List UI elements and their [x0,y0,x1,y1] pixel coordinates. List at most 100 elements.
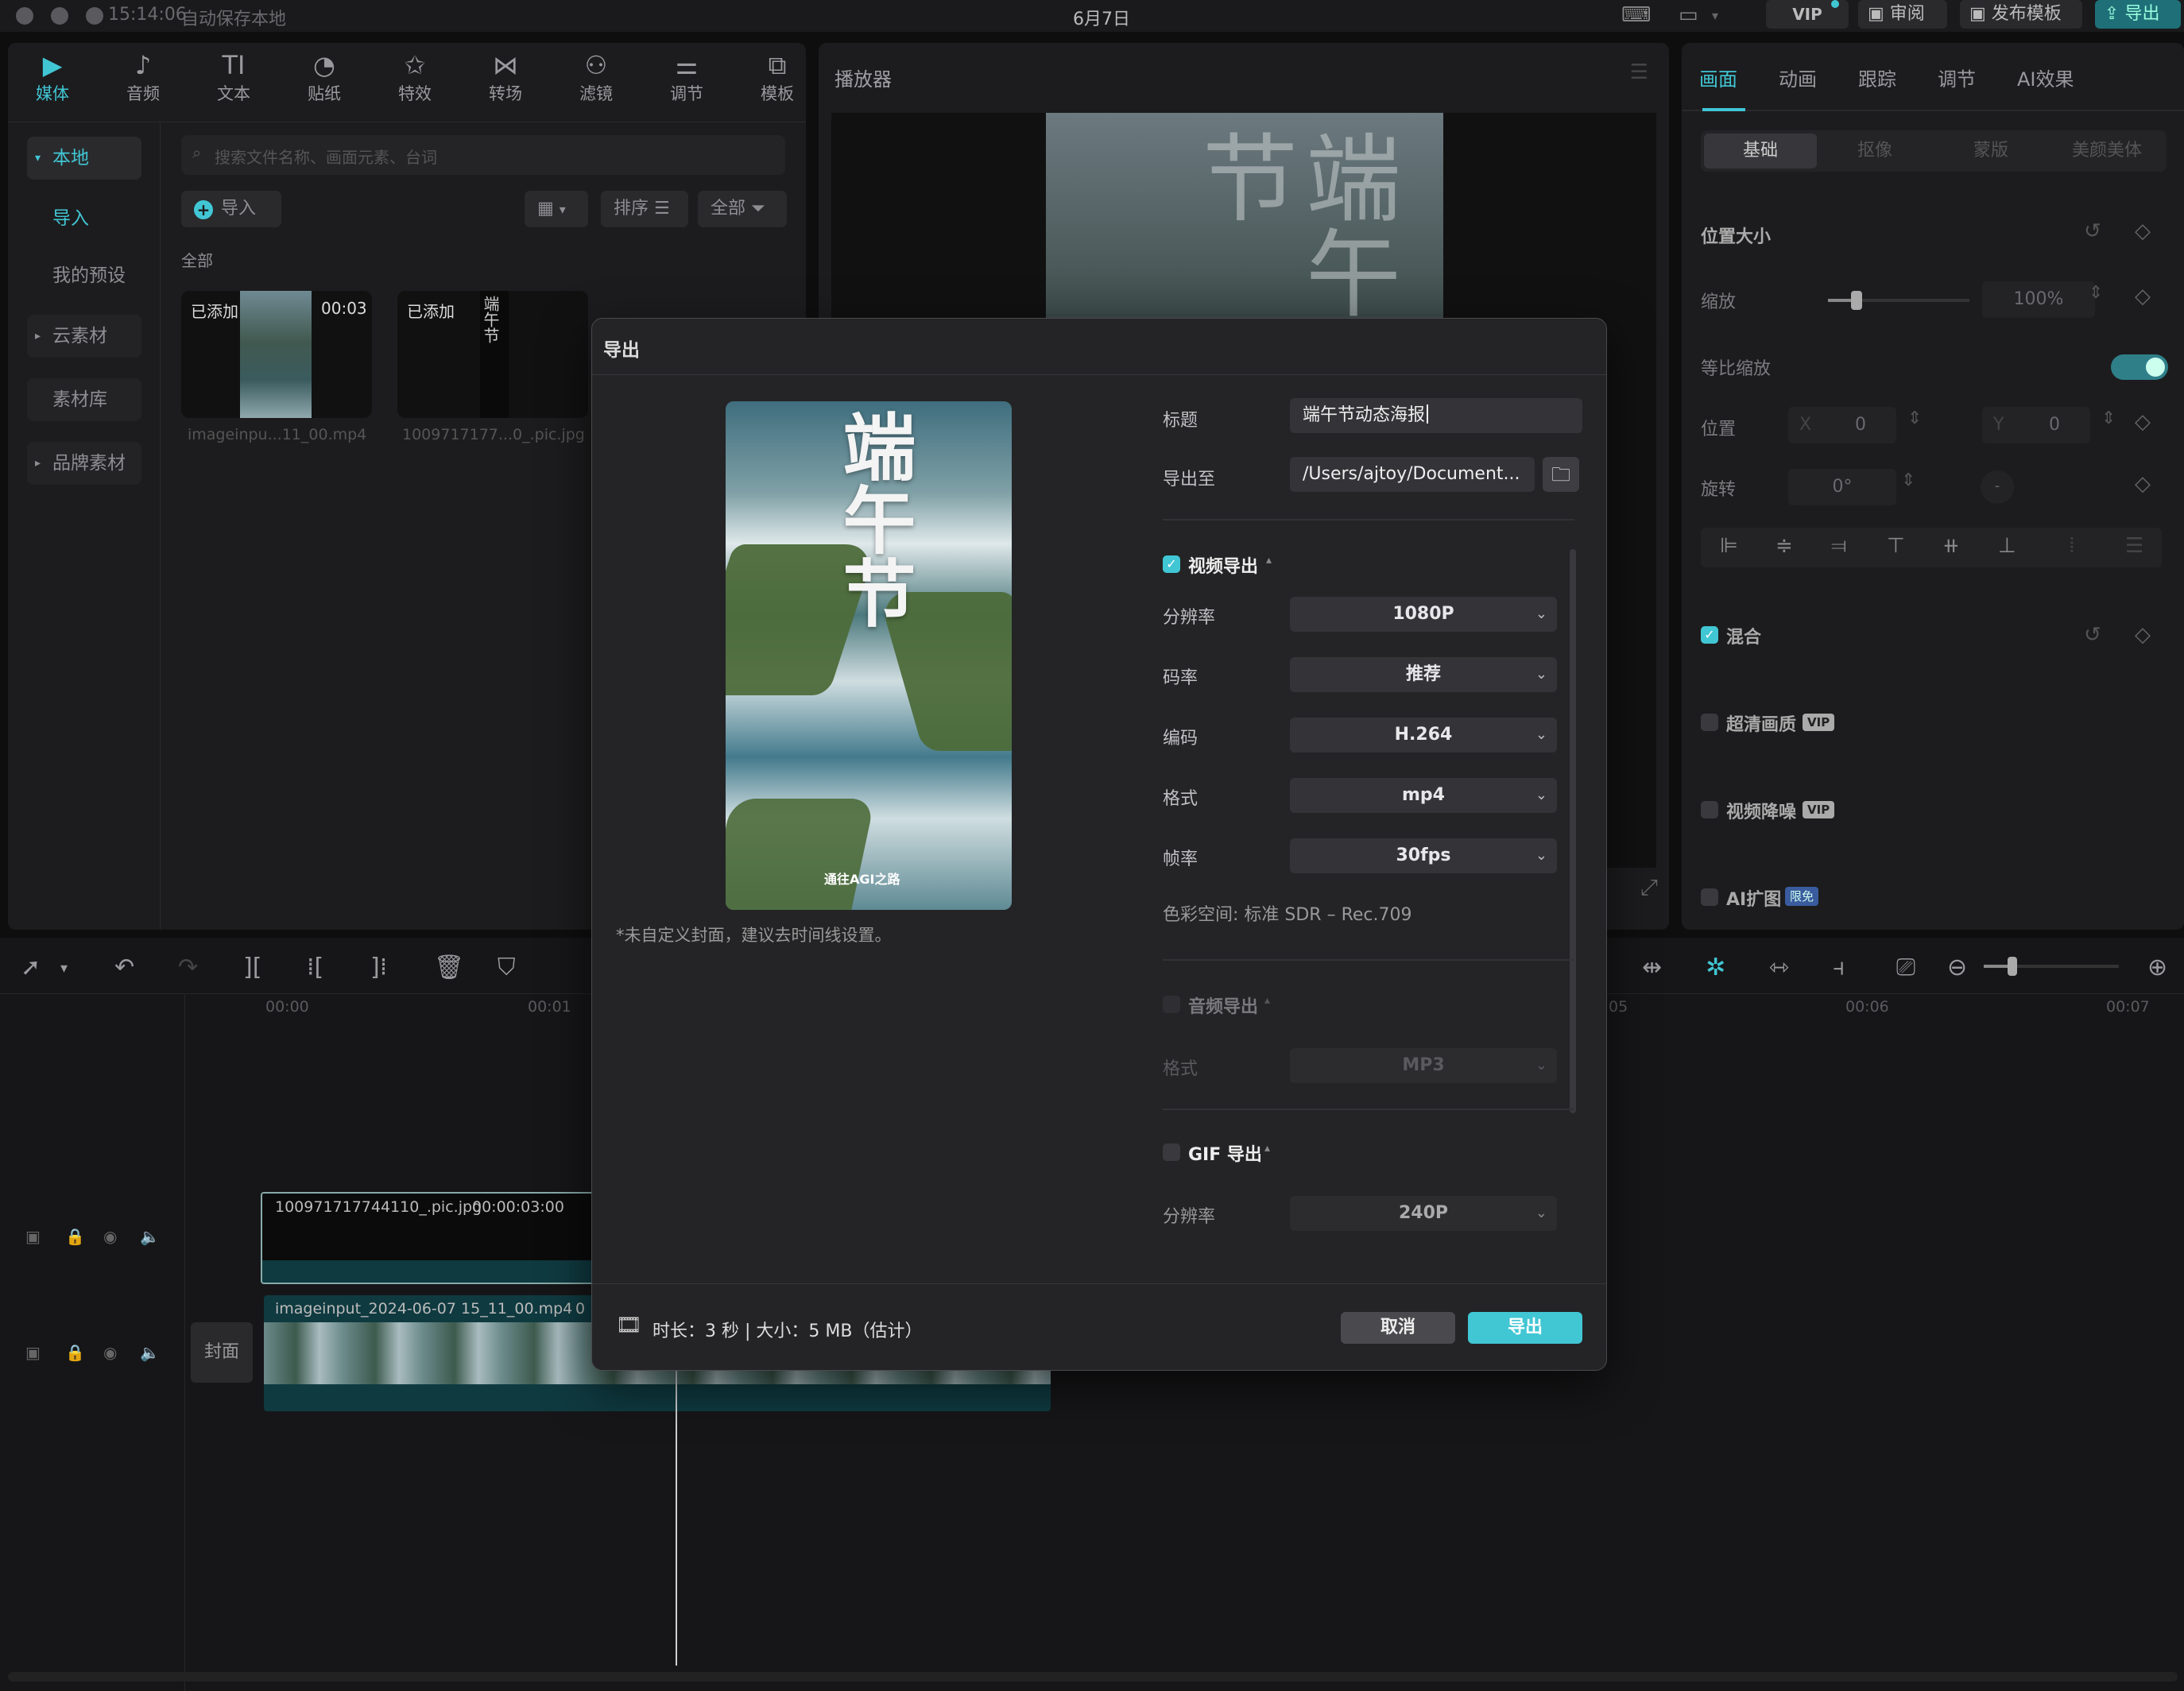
rotate-field[interactable]: 0° [1788,469,1896,505]
stepper-icon[interactable]: ⇕ [1907,408,1922,428]
subtab-cutout[interactable]: 抠像 [1818,134,1931,168]
position-y-field[interactable]: Y0 [1982,407,2090,443]
caret-up-icon[interactable]: ▴ [1266,554,1272,567]
cover-button[interactable]: 封面 [191,1322,253,1383]
tool-tab-bowtie[interactable]: ⋈ 转场 [466,49,545,105]
view-mode-button[interactable]: ▦ ▾ [525,191,588,227]
delete-icon[interactable]: 🗑 [434,954,464,981]
keyframe-diamond-icon[interactable]: ◇ [2135,472,2151,496]
fullscreen-icon[interactable]: ⤢ [1640,874,1658,901]
subtab-mask[interactable]: 蒙版 [1934,134,2047,168]
tool-tab-text[interactable]: TI 文本 [194,49,273,105]
select-pointer-icon[interactable]: ➚ [21,954,41,981]
sort-button[interactable]: 排序 ☰ [601,191,688,227]
zoom-in-icon[interactable]: ⊕ [2147,954,2167,981]
stepper-icon[interactable]: ⇕ [1901,470,1915,490]
split-left-icon[interactable]: ⁞[ [307,954,323,981]
uniform-scale-toggle[interactable] [2111,354,2168,380]
window-close-button[interactable] [16,7,33,25]
media-search-field[interactable]: ⌕ 搜索文件名称、画面元素、台词 [181,135,785,175]
align-top-icon[interactable]: ⊤ [1887,534,1905,558]
media-item-video[interactable]: 已添加 00:03 [181,291,372,418]
chevron-down-icon[interactable]: ▾ [60,960,68,977]
audio-export-checkbox[interactable] [1163,996,1180,1013]
tab-ai-effects[interactable]: AI效果 [2017,64,2074,91]
align-center-v-icon[interactable]: ⧺ [1942,534,1960,558]
window-zoom-button[interactable] [86,7,103,25]
redo-icon[interactable]: ↷ [178,954,198,981]
format-select[interactable]: mp4 ⌄ [1290,778,1557,813]
tool-tab-filter-circles[interactable]: ⚇ 滤镜 [556,49,636,105]
position-size-section[interactable]: 位置大小 [1701,222,1771,248]
cover-preview[interactable]: 端午节 通往AGI之路 [726,401,1012,910]
tool-tab-sparkle-star[interactable]: ✩ 特效 [375,49,455,105]
tab-animation[interactable]: 动画 [1779,64,1817,91]
framerate-select[interactable]: 30fps ⌄ [1290,838,1557,873]
sidebar-item-my-presets[interactable]: 我的预设 [27,254,141,297]
scale-slider-knob[interactable] [1850,291,1862,310]
track-cover-icon[interactable]: ▣ [25,1227,41,1246]
main-track-magnet-icon[interactable]: ⇹ [1642,954,1662,981]
distribute-h-icon[interactable]: ⦙ [2070,534,2074,559]
export-button[interactable]: 导出 [1468,1312,1582,1344]
split-right-icon[interactable]: ]⁞ [370,954,387,981]
subtab-beauty[interactable]: 美颜美体 [2050,134,2163,168]
rotate-dial[interactable]: - [1981,470,2014,504]
tool-tab-music-note[interactable]: ♪ 音频 [103,49,183,105]
sidebar-item-cloud[interactable]: ▸ 云素材 [27,315,141,358]
video-export-checkbox[interactable]: ✓ [1163,555,1180,573]
preview-axis-icon[interactable]: ⫞ [1833,954,1845,981]
reset-icon[interactable]: ↺ [2084,219,2101,243]
tool-tab-sticker[interactable]: ◔ 贴纸 [285,49,364,105]
scale-slider[interactable] [1828,291,1969,310]
screenshot-icon[interactable]: ⎚ [1896,954,1915,981]
title-input[interactable]: 端午节动态海报 [1290,398,1582,433]
codec-select[interactable]: H.264 ⌄ [1290,718,1557,753]
denoise-checkbox[interactable] [1701,801,1718,818]
zoom-slider-knob[interactable] [2008,957,2017,976]
filter-button[interactable]: 全部 ⏷ [698,191,787,227]
image-clip[interactable]: 100971717744110_.pic.jpg 00:00:03:00 [261,1192,594,1284]
speaker-icon[interactable]: 🔈 [140,1227,160,1246]
playhead[interactable] [676,1367,677,1666]
align-center-h-icon[interactable]: ≑ [1775,534,1793,558]
media-import-button[interactable]: + 导入 [181,191,281,227]
lock-icon[interactable]: 🔒 [65,1343,85,1362]
undo-icon[interactable]: ↶ [114,954,134,981]
media-item-image[interactable]: 端午节 已添加 [397,291,588,418]
resolution-select[interactable]: 1080P ⌄ [1290,597,1557,632]
caret-up-icon[interactable]: ▴ [1264,1142,1270,1155]
caret-up-icon[interactable]: ▴ [1264,994,1270,1007]
keyframe-diamond-icon[interactable]: ◇ [2135,219,2151,243]
window-minimize-button[interactable] [51,7,68,25]
keyframe-diamond-icon[interactable]: ◇ [2135,623,2151,647]
chevron-down-icon[interactable]: ▾ [1712,8,1718,23]
cancel-button[interactable]: 取消 [1341,1312,1455,1344]
snap-icon[interactable]: ✲ [1706,954,1725,981]
sidebar-item-library[interactable]: 素材库 [27,378,141,421]
bitrate-select[interactable]: 推荐 ⌄ [1290,657,1557,692]
timeline-scrollbar[interactable] [8,1672,2178,1681]
tab-tracking[interactable]: 跟踪 [1858,64,1896,91]
tab-canvas[interactable]: 画面 [1699,64,1737,91]
lock-icon[interactable]: 🔒 [65,1227,85,1246]
zoom-slider[interactable] [1984,957,2119,976]
gif-export-checkbox[interactable] [1163,1143,1180,1161]
audio-format-select[interactable]: MP3 ⌄ [1290,1048,1557,1083]
tool-tab-sliders[interactable]: ⚌ 调节 [647,49,726,105]
align-left-icon[interactable]: ⊫ [1720,534,1738,558]
reset-icon[interactable]: ↺ [2084,623,2101,647]
audio-export-section[interactable]: 音频导出 [1188,993,1258,1018]
eye-icon[interactable]: ◉ [103,1343,117,1362]
folder-icon[interactable]: 🗀 [1543,457,1579,492]
align-right-icon[interactable]: ⫤ [1831,534,1847,559]
stepper-icon[interactable]: ⇕ [2101,408,2116,428]
blend-section[interactable]: 混合 [1726,623,1761,648]
gif-resolution-select[interactable]: 240P ⌄ [1290,1196,1557,1231]
position-x-field[interactable]: X0 [1788,407,1896,443]
layout-icon[interactable]: ▭ [1679,3,1698,27]
align-bottom-icon[interactable]: ⊥ [1998,534,2016,558]
track-cover-icon[interactable]: ▣ [25,1343,41,1362]
sidebar-item-import[interactable]: 导入 [27,197,141,240]
subtab-basic[interactable]: 基础 [1704,134,1817,168]
